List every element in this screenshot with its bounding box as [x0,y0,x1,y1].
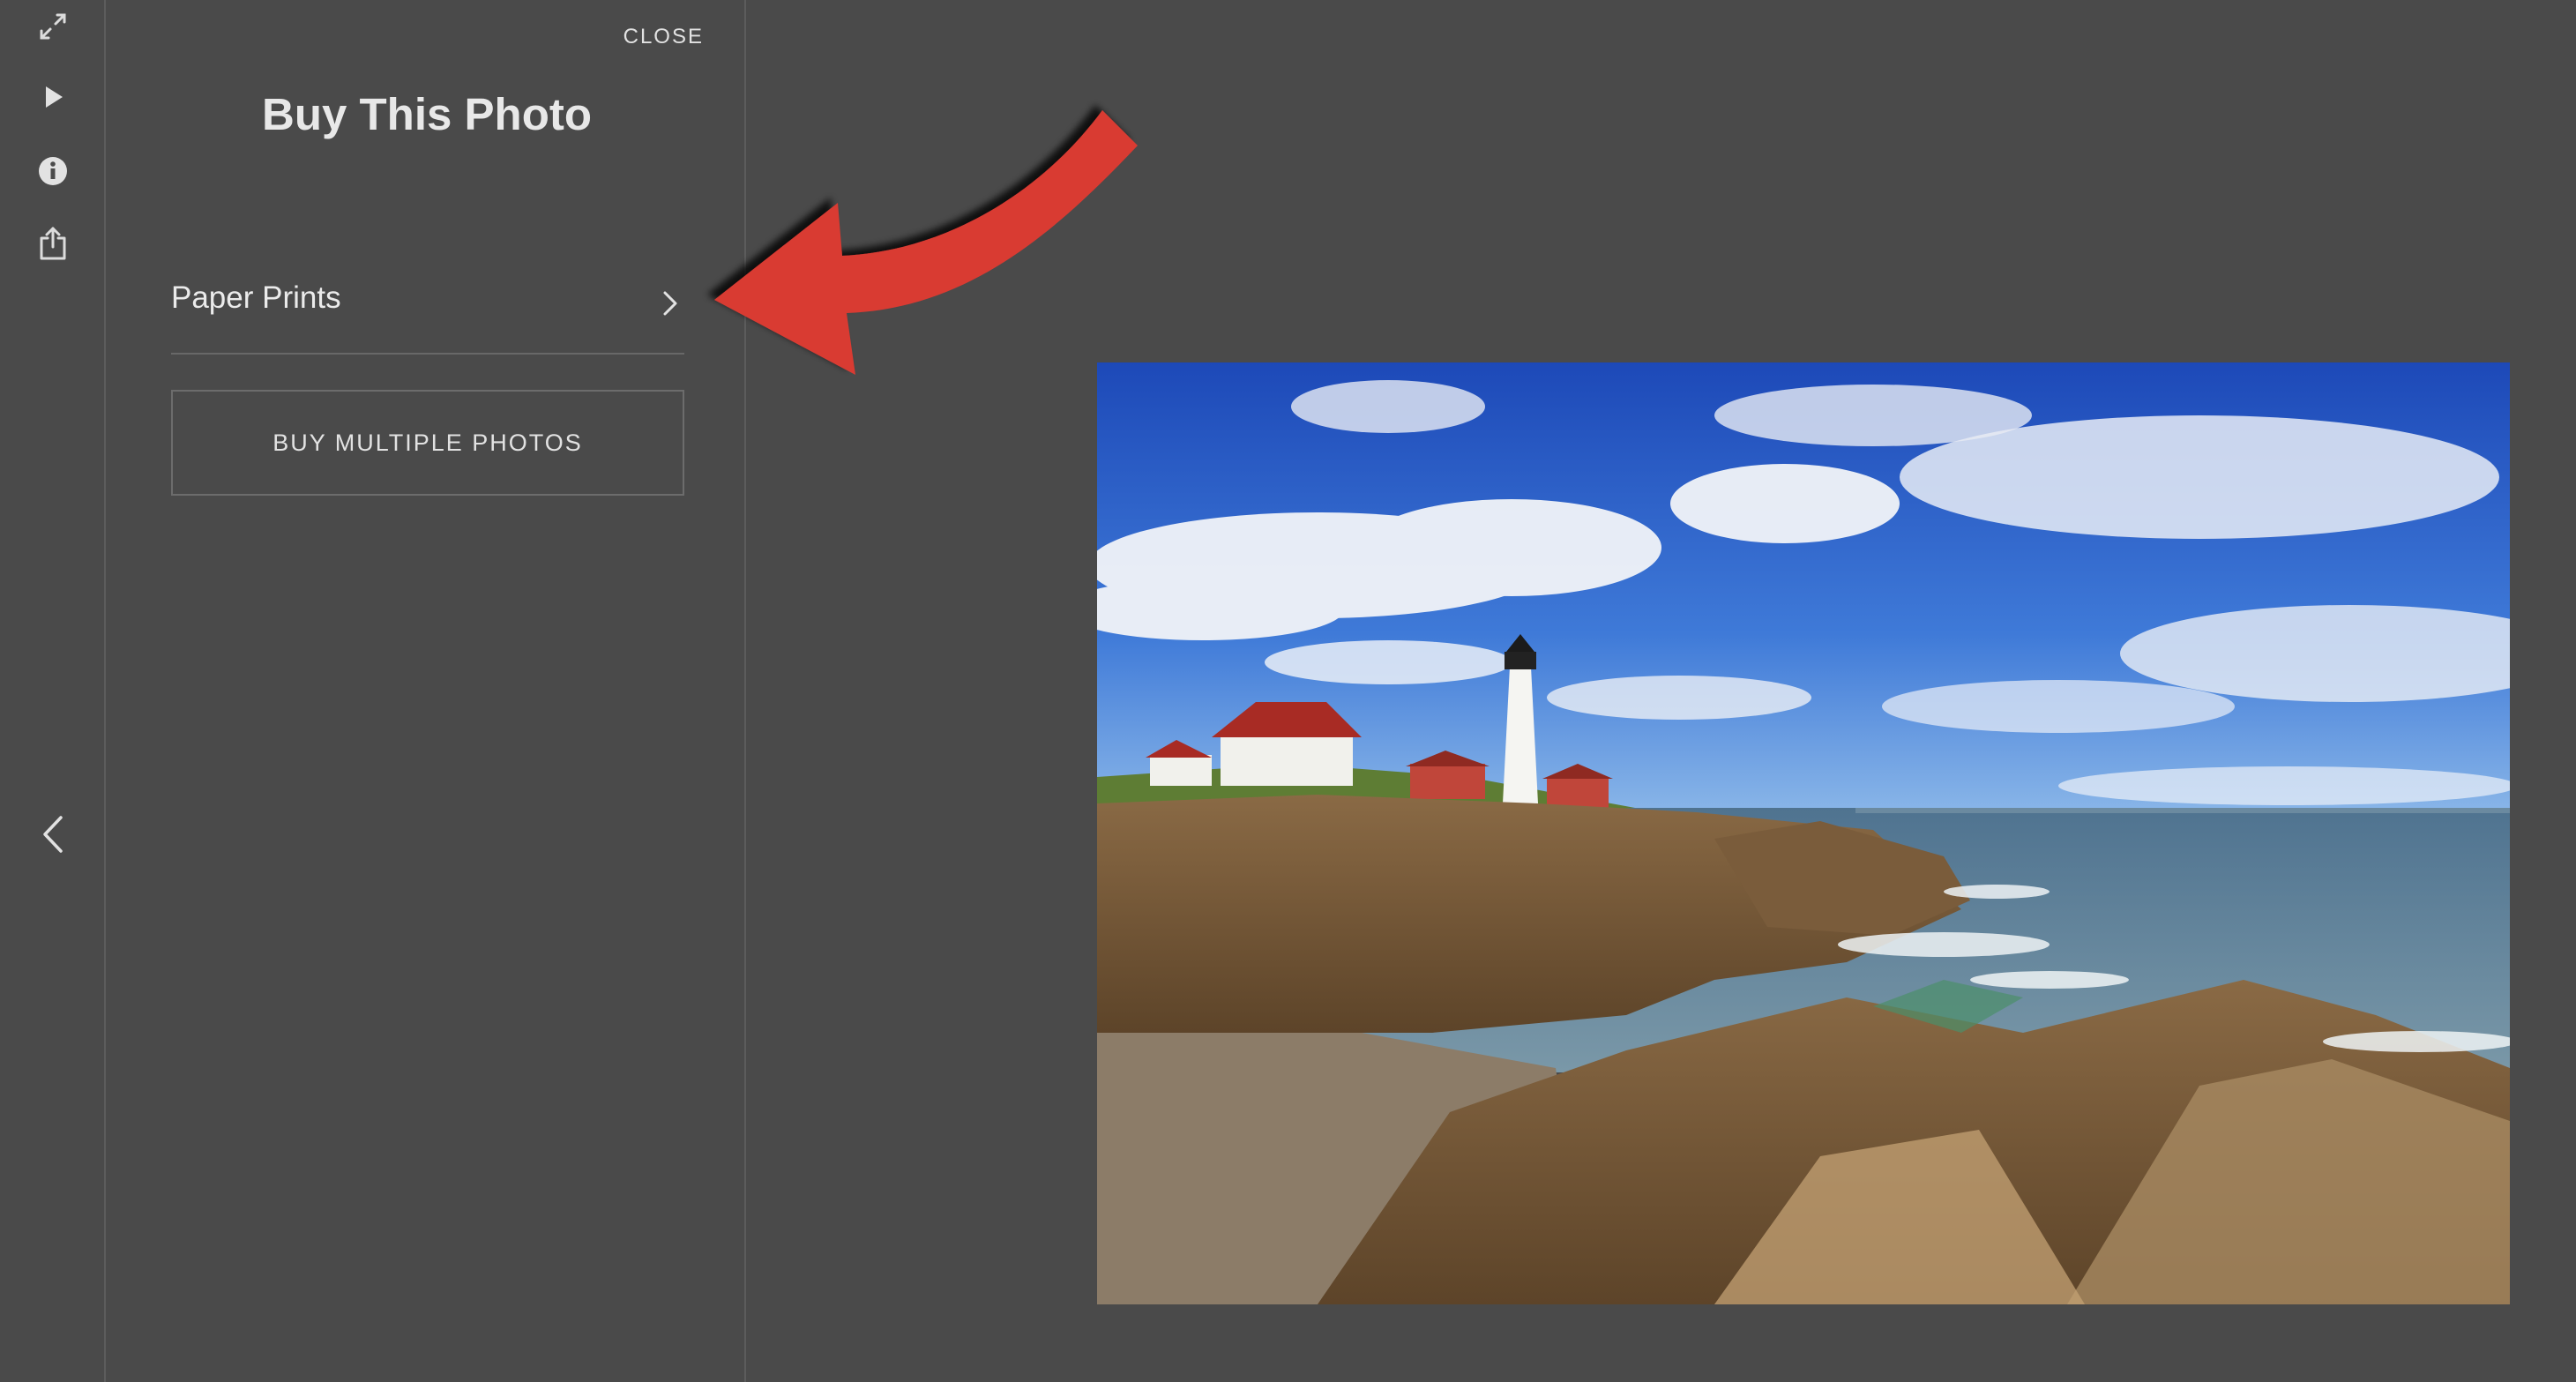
play-icon [46,86,63,108]
info-button[interactable] [26,145,79,198]
paper-prints-label: Paper Prints [171,280,341,315]
lighthouse-coastline-photo[interactable] [1097,362,2510,1304]
fullscreen-button[interactable] [26,0,79,53]
buy-multiple-photos-button[interactable]: BUY MULTIPLE PHOTOS [171,390,684,496]
share-button[interactable] [26,217,79,270]
red-arrow-annotation [714,110,1138,375]
previous-photo-button[interactable] [26,808,79,861]
icon-rail [0,0,106,1382]
chevron-left-icon [43,816,63,853]
fullscreen-icon [40,13,66,40]
paper-prints-option[interactable]: Paper Prints [171,265,684,355]
buy-photo-panel: CLOSE Buy This Photo Paper Prints BUY MU… [108,0,746,1382]
chevron-right-icon [663,291,677,316]
photo-image [1097,362,2510,1304]
close-button[interactable]: CLOSE [623,25,704,49]
info-icon [39,157,67,185]
slideshow-play-button[interactable] [26,71,79,123]
share-icon [40,227,66,260]
panel-title: Buy This Photo [262,89,592,139]
